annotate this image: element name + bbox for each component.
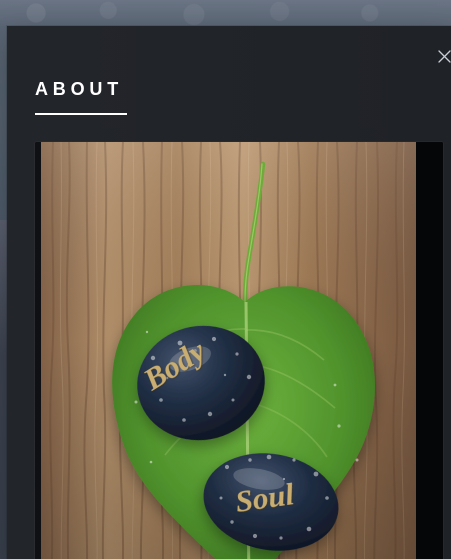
title-underline xyxy=(35,113,127,115)
about-modal: ABOUT Body Soul xyxy=(7,26,451,559)
page-title: ABOUT xyxy=(35,79,123,99)
body-soul-image: Body Soul xyxy=(35,142,443,559)
close-icon xyxy=(438,50,451,63)
close-button[interactable] xyxy=(434,47,451,67)
blurred-background-top xyxy=(0,0,451,26)
title-block: ABOUT xyxy=(35,80,135,115)
hero-image-frame: Body Soul xyxy=(35,142,443,559)
